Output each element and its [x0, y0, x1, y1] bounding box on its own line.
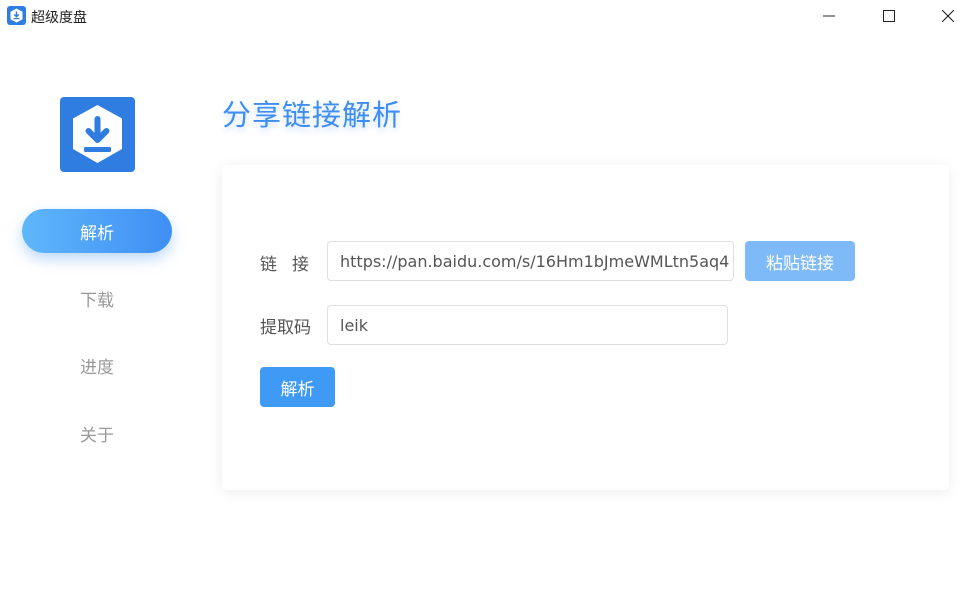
extract-code-label: 提取码 [260, 318, 311, 338]
paste-link-button[interactable]: 粘贴链接 [745, 241, 855, 281]
app-logo [60, 97, 135, 172]
nav-item-parse[interactable]: 解析 [22, 209, 172, 253]
nav-item-about[interactable]: 关于 [22, 411, 172, 455]
parse-button[interactable]: 解析 [260, 367, 335, 407]
download-icon [73, 105, 122, 163]
parse-form-card: 链接 https://pan.baidu.com/s/16Hm1bJmeWMLt… [222, 165, 949, 490]
extract-code-input[interactable]: leik [327, 305, 728, 345]
link-label: 链接 [260, 255, 324, 275]
maximize-icon [883, 10, 895, 22]
nav-item-download[interactable]: 下载 [22, 276, 172, 320]
title-bar: 超级度盘 [0, 0, 977, 32]
maximize-button[interactable] [866, 0, 912, 32]
close-icon [942, 10, 954, 22]
link-input[interactable]: https://pan.baidu.com/s/16Hm1bJmeWMLtn5a… [327, 241, 734, 281]
minimize-icon [823, 15, 835, 17]
minimize-button[interactable] [806, 0, 852, 32]
nav-item-progress[interactable]: 进度 [22, 343, 172, 387]
close-button[interactable] [925, 0, 971, 32]
app-download-icon [7, 6, 26, 25]
page-title: 分享链接解析 [222, 98, 403, 132]
window-title: 超级度盘 [31, 10, 87, 26]
